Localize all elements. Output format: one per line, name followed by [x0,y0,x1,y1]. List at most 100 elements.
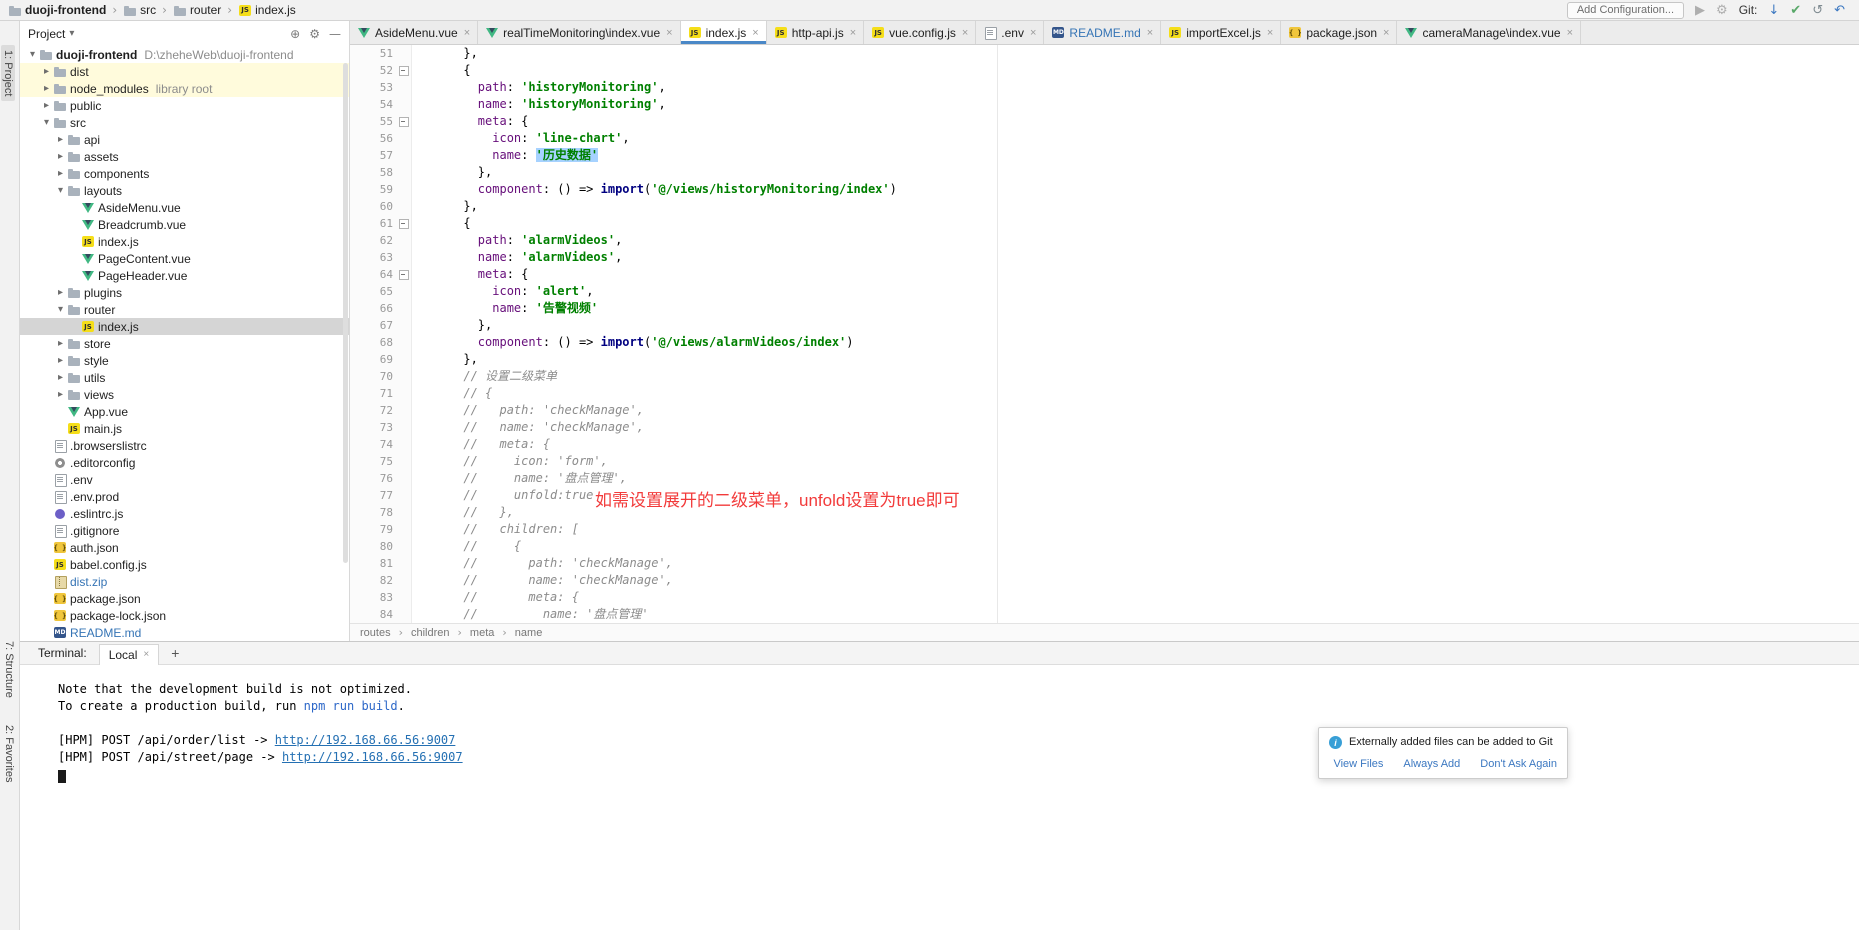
editor-breadcrumb-item-name[interactable]: name [515,627,543,639]
chevron-right-icon[interactable]: ▸ [54,287,67,298]
chevron-right-icon[interactable]: ▸ [40,66,53,77]
code-line[interactable]: name: 'historyMonitoring', [420,96,1859,113]
tree-item-duoji-frontend[interactable]: ▾duoji-frontendD:\zheheWeb\duoji-fronten… [20,46,349,63]
terminal-output[interactable]: Note that the development build is not o… [20,665,1859,930]
tree-item-node_modules[interactable]: ▸node_moduleslibrary root [20,80,349,97]
chevron-down-icon[interactable]: ▾ [69,28,74,39]
code-line[interactable]: { [420,62,1859,79]
tree-item-layouts[interactable]: ▾layouts [20,182,349,199]
tree-item-main.js[interactable]: main.js [20,420,349,437]
tree-item-.editorconfig[interactable]: .editorconfig [20,454,349,471]
close-icon[interactable]: × [1030,27,1036,39]
tree-item-.eslintrc.js[interactable]: .eslintrc.js [20,505,349,522]
terminal-link[interactable]: http://192.168.66.56:9007 [282,750,463,764]
tree-item-README.md[interactable]: README.md [20,624,349,641]
close-icon[interactable]: × [464,27,470,39]
history-icon[interactable]: ↺ [1812,4,1823,17]
code-line[interactable]: // { [420,385,1859,402]
code-line[interactable]: component: () => import('@/views/alarmVi… [420,334,1859,351]
tree-item-plugins[interactable]: ▸plugins [20,284,349,301]
project-panel-title[interactable]: Project [28,27,65,41]
tree-item-auth.json[interactable]: auth.json [20,539,349,556]
code-line[interactable]: icon: 'line-chart', [420,130,1859,147]
tab-http-api.js[interactable]: http-api.js× [767,21,864,44]
chevron-right-icon[interactable]: ▸ [54,338,67,349]
tree-item-.browserslistrc[interactable]: .browserslistrc [20,437,349,454]
code-line[interactable]: // path: 'checkManage', [420,402,1859,419]
add-configuration-button[interactable]: Add Configuration... [1567,2,1684,19]
code-line[interactable]: // { [420,538,1859,555]
tree-item-package.json[interactable]: package.json [20,590,349,607]
settings-icon[interactable]: ⚙ [309,27,320,41]
fold-icon[interactable] [396,215,411,232]
git-update-icon[interactable]: ↓ [1768,4,1779,17]
code-line[interactable]: name: '告警视频' [420,300,1859,317]
new-terminal-button[interactable]: + [171,645,179,661]
code-line[interactable]: { [420,215,1859,232]
close-icon[interactable]: × [1147,27,1153,39]
chevron-right-icon[interactable]: ▸ [40,83,53,94]
run-icon[interactable]: ▶ [1695,4,1705,17]
chevron-right-icon[interactable]: ▸ [40,100,53,111]
code-line[interactable]: meta: { [420,266,1859,283]
code-line[interactable]: }, [420,45,1859,62]
tree-item-components[interactable]: ▸components [20,165,349,182]
code-line[interactable]: // 设置二级菜单 [420,368,1859,385]
code-line[interactable]: // icon: 'form', [420,453,1859,470]
fold-icon[interactable] [396,62,411,79]
tree-item-App.vue[interactable]: App.vue [20,403,349,420]
notification-action-always-add[interactable]: Always Add [1403,758,1460,770]
hide-panel-icon[interactable]: — [329,27,341,41]
fold-icon[interactable] [396,266,411,283]
tab-package.json[interactable]: package.json× [1281,21,1397,44]
chevron-down-icon[interactable]: ▾ [54,185,67,196]
code-line[interactable]: }, [420,198,1859,215]
tree-item-index.js[interactable]: index.js [20,233,349,250]
tree-item-package-lock.json[interactable]: package-lock.json [20,607,349,624]
code-line[interactable]: component: () => import('@/views/history… [420,181,1859,198]
tree-item-Breadcrumb.vue[interactable]: Breadcrumb.vue [20,216,349,233]
tree-item-router[interactable]: ▾router [20,301,349,318]
tree-item-src[interactable]: ▾src [20,114,349,131]
code-line[interactable]: // meta: { [420,436,1859,453]
tree-item-dist[interactable]: ▸dist [20,63,349,80]
code-line[interactable]: // name: 'checkManage', [420,572,1859,589]
notification-action-view-files[interactable]: View Files [1333,758,1383,770]
close-icon[interactable]: × [962,27,968,39]
tool-window-button-structure[interactable]: 7: Structure [3,641,15,698]
code-line[interactable]: // name: 'checkManage', [420,419,1859,436]
project-scrollbar[interactable] [343,63,348,563]
tree-item-babel.config.js[interactable]: babel.config.js [20,556,349,573]
code-line[interactable]: // meta: { [420,589,1859,606]
tool-window-button-project[interactable]: 1: Project [1,45,15,101]
chevron-right-icon[interactable]: ▸ [54,134,67,145]
code-line[interactable]: // name: '盘点管理', [420,470,1859,487]
code-line[interactable]: path: 'alarmVideos', [420,232,1859,249]
tree-item-style[interactable]: ▸style [20,352,349,369]
breadcrumb-item-index.js[interactable]: index.js [238,3,296,17]
chevron-right-icon[interactable]: ▸ [54,151,67,162]
tree-item-PageHeader.vue[interactable]: PageHeader.vue [20,267,349,284]
tab-index.js[interactable]: index.js× [681,21,767,44]
fold-icon[interactable] [396,113,411,130]
code-line[interactable]: path: 'historyMonitoring', [420,79,1859,96]
close-icon[interactable]: × [666,27,672,39]
tree-item-.gitignore[interactable]: .gitignore [20,522,349,539]
code-line[interactable]: icon: 'alert', [420,283,1859,300]
tree-item-PageContent.vue[interactable]: PageContent.vue [20,250,349,267]
code-line[interactable]: meta: { [420,113,1859,130]
chevron-right-icon[interactable]: ▸ [54,372,67,383]
tree-item-.env.prod[interactable]: .env.prod [20,488,349,505]
tab-importExcel.js[interactable]: importExcel.js× [1161,21,1281,44]
git-commit-icon[interactable]: ✔ [1790,4,1801,17]
terminal-tab-local[interactable]: Local × [99,644,160,665]
breadcrumb-item-duoji-frontend[interactable]: duoji-frontend [8,3,106,17]
tree-item-store[interactable]: ▸store [20,335,349,352]
code-line[interactable]: }, [420,317,1859,334]
tab-vue.config.js[interactable]: vue.config.js× [864,21,976,44]
breadcrumb-item-src[interactable]: src [123,3,156,17]
close-icon[interactable]: × [1567,27,1573,39]
editor-breadcrumb-item-children[interactable]: children [411,627,450,639]
editor-breadcrumb-item-meta[interactable]: meta [470,627,494,639]
tree-item-.env[interactable]: .env [20,471,349,488]
